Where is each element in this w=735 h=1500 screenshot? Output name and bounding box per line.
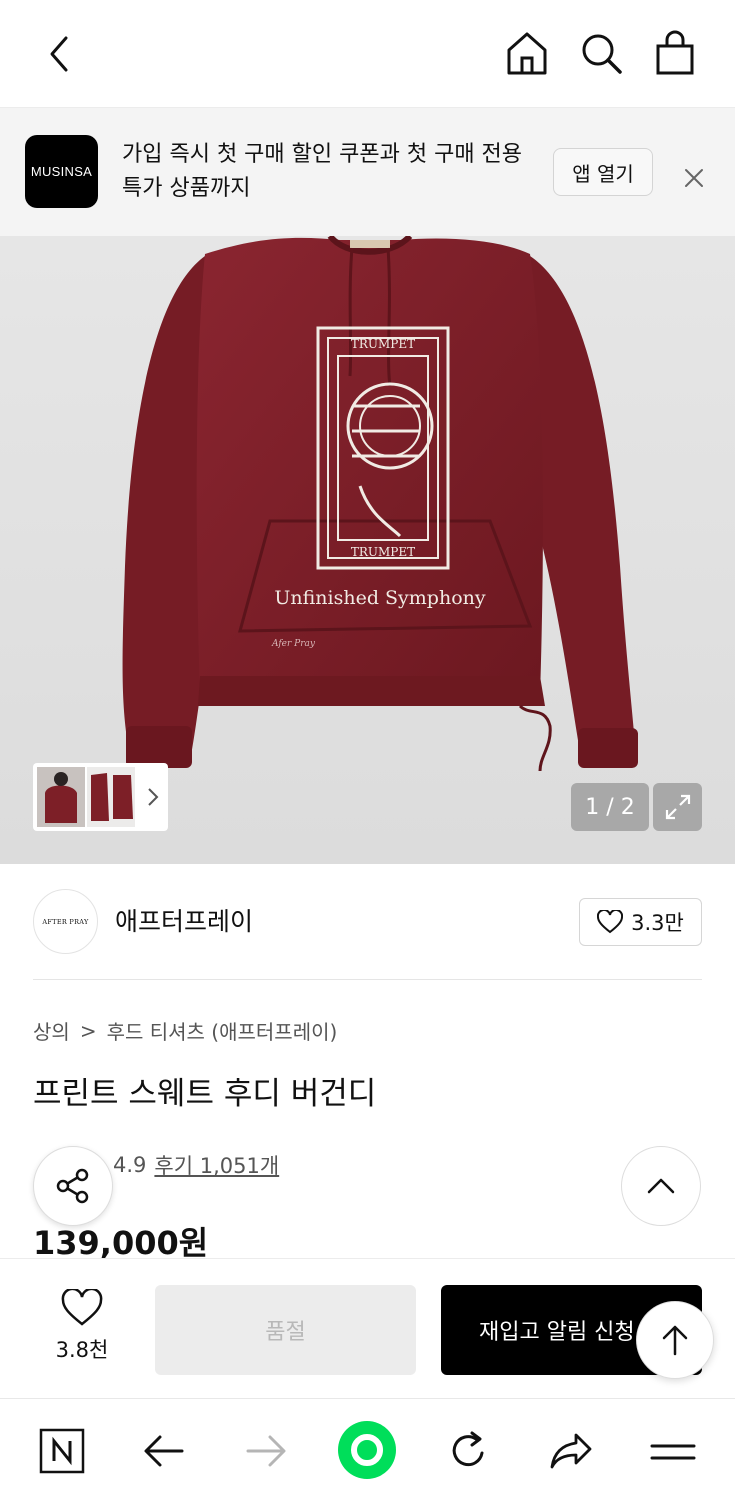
refresh-icon[interactable] (442, 1425, 494, 1477)
close-icon[interactable] (676, 160, 712, 196)
brand-like-count: 3.3만 (631, 911, 684, 935)
breadcrumb: 상의 > 후드 티셔츠 (애프터프레이) (33, 1016, 337, 1045)
review-count-link[interactable]: 후기 1,051개 (154, 1150, 279, 1180)
green-dot-home-icon[interactable] (336, 1419, 398, 1481)
brand-like-button[interactable]: 3.3만 (579, 898, 702, 946)
print-word-bottom: TRUMPET (351, 545, 415, 559)
back-arrow-icon[interactable] (138, 1425, 190, 1477)
browser-nav-bar (0, 1398, 735, 1500)
open-app-button[interactable]: 앱 열기 (553, 148, 653, 196)
breadcrumb-subcategory[interactable]: 후드 티셔츠 (애프터프레이) (107, 1016, 338, 1045)
banner-promo-text: 가입 즉시 첫 구매 할인 쿠폰과 첫 구매 전용 특가 상품까지 (122, 142, 523, 201)
divider (33, 979, 702, 980)
product-title: 프린트 스웨트 후디 버건디 (33, 1076, 377, 1112)
naver-n-icon[interactable] (36, 1425, 88, 1477)
scroll-to-top-button[interactable] (636, 1301, 714, 1379)
chevron-up-icon (647, 1178, 675, 1194)
collapse-button[interactable] (621, 1146, 701, 1226)
top-bar (0, 0, 735, 108)
expand-icon[interactable] (653, 783, 702, 831)
breadcrumb-separator: > (79, 1018, 97, 1043)
print-sign: Afer Pray (271, 639, 316, 649)
wishlist-button[interactable]: 3.8천 (40, 1287, 124, 1364)
soldout-button: 품절 (155, 1285, 416, 1375)
heart-icon (597, 910, 624, 934)
back-icon[interactable] (34, 30, 82, 78)
print-word-top: TRUMPET (351, 337, 415, 351)
forward-arrow-icon[interactable] (240, 1425, 292, 1477)
app-install-banner: MUSINSA 가입 즉시 첫 구매 할인 쿠폰과 첫 구매 전용 특가 상품까… (0, 108, 735, 236)
brand-logo[interactable]: AFTER PRAY (33, 889, 98, 954)
brand-name[interactable]: 애프터프레이 (115, 902, 253, 938)
home-icon[interactable] (502, 28, 552, 78)
page: MUSINSA 가입 즉시 첫 구매 할인 쿠폰과 첫 구매 전용 특가 상품까… (0, 0, 735, 1500)
rating-value: 4.9 (113, 1153, 147, 1177)
arrow-up-icon (662, 1325, 688, 1356)
product-image-gallery[interactable]: TRUMPET TRUMPET Unfinished Symphony Afer… (0, 236, 735, 864)
musinsa-logo: MUSINSA (25, 135, 98, 208)
thumbnail-strip[interactable] (33, 763, 168, 831)
heart-icon (61, 1287, 103, 1326)
menu-icon[interactable] (647, 1425, 699, 1477)
purchase-action-bar: 3.8천 품절 재입고 알림 신청 (0, 1258, 735, 1398)
search-icon[interactable] (576, 28, 626, 78)
breadcrumb-category[interactable]: 상의 (33, 1016, 70, 1045)
image-counter: 1 / 2 (571, 783, 649, 831)
shopping-bag-icon[interactable] (650, 28, 700, 78)
share-button[interactable] (33, 1146, 113, 1226)
wishlist-count: 3.8천 (55, 1338, 109, 1362)
print-title: Unfinished Symphony (274, 587, 486, 609)
share-arrow-icon[interactable] (545, 1425, 597, 1477)
share-icon (56, 1168, 89, 1204)
